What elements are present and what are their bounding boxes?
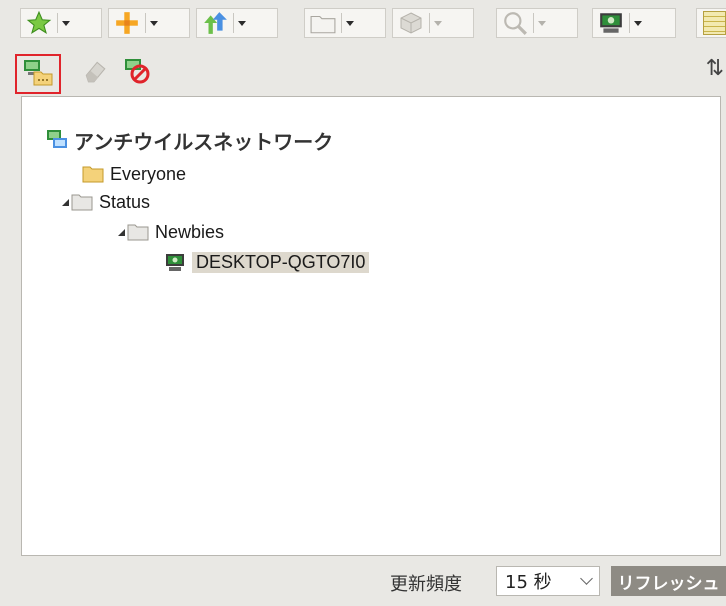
refresh-button-label: リフレッシュ: [617, 573, 720, 594]
folder-split-button[interactable]: [304, 8, 386, 38]
folder-icon: [82, 165, 104, 183]
tree-node-label: Everyone: [110, 163, 187, 184]
refresh-frequency-select[interactable]: 15 秒: [496, 566, 600, 596]
clear-button[interactable]: [80, 58, 110, 88]
network-tree-panel: アンチウイルスネットワーク Everyone Status Newbies DE…: [21, 96, 721, 556]
plus-icon[interactable]: [109, 9, 145, 37]
tree-node-status[interactable]: Status: [62, 189, 150, 215]
computer-split-button[interactable]: [592, 8, 676, 38]
folder-icon: [127, 223, 149, 241]
tree-node-everyone[interactable]: Everyone: [82, 161, 186, 187]
folder-icon[interactable]: [305, 9, 341, 37]
layout-icon[interactable]: [703, 11, 726, 35]
package-dropdown[interactable]: [430, 21, 446, 26]
tree-node-label: DESKTOP-QGTO7I0: [192, 251, 370, 273]
search-dropdown[interactable]: [534, 21, 550, 26]
favorites-dropdown[interactable]: [58, 21, 74, 26]
tree-node-label: Newbies: [155, 221, 225, 242]
network-icon: [46, 129, 68, 151]
add-group-button[interactable]: [15, 54, 61, 94]
collapse-icon[interactable]: [118, 228, 125, 236]
add-split-button[interactable]: [108, 8, 190, 38]
search-icon[interactable]: [497, 9, 533, 37]
folder-icon: [71, 193, 93, 211]
tree-node-newbies[interactable]: Newbies: [118, 219, 224, 245]
group-folder-icon: [22, 58, 54, 90]
refresh-button[interactable]: リフレッシュ: [611, 566, 726, 596]
eraser-icon: [82, 58, 108, 88]
star-icon[interactable]: [21, 9, 57, 37]
tree-node-root[interactable]: アンチウイルスネットワーク: [46, 127, 334, 154]
favorites-split-button[interactable]: [20, 8, 102, 38]
tree-node-desktop[interactable]: DESKTOP-QGTO7I0: [164, 249, 370, 275]
tree-node-label: アンチウイルスネットワーク: [74, 129, 334, 154]
move-arrows-icon[interactable]: [197, 9, 233, 37]
refresh-frequency-label: 更新頻度: [390, 574, 462, 595]
move-dropdown[interactable]: [234, 21, 250, 26]
search-split-button[interactable]: [496, 8, 578, 38]
package-split-button[interactable]: [392, 8, 474, 38]
add-dropdown[interactable]: [146, 21, 162, 26]
computer-dropdown[interactable]: [630, 21, 646, 26]
sort-icon[interactable]: ⇅: [706, 56, 724, 81]
refresh-frequency-value: 15 秒: [505, 572, 552, 593]
move-split-button[interactable]: [196, 8, 278, 38]
tree-node-label: Status: [99, 191, 151, 212]
computer-icon[interactable]: [593, 9, 629, 37]
layout-button[interactable]: [696, 8, 726, 38]
collapse-icon[interactable]: [62, 198, 69, 206]
block-computer-button[interactable]: [122, 58, 152, 88]
main-toolbar: [0, 0, 726, 42]
computer-icon: [164, 251, 186, 273]
folder-dropdown[interactable]: [342, 21, 358, 26]
package-icon[interactable]: [393, 9, 429, 37]
chevron-down-icon: [580, 572, 593, 585]
blocked-computer-icon: [123, 57, 151, 89]
